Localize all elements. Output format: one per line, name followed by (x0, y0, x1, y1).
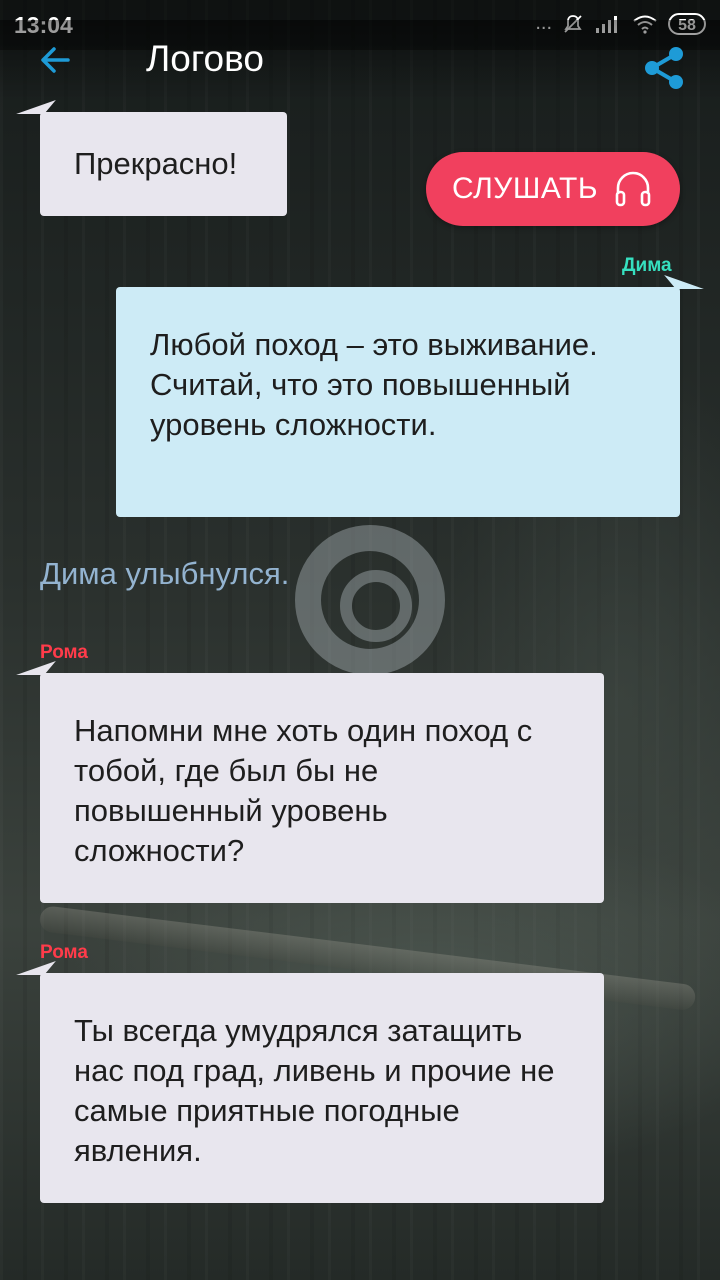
eye-watermark-icon (295, 525, 445, 675)
message-text: Прекрасно! (74, 146, 238, 181)
listen-button[interactable]: СЛУШАТЬ (426, 152, 680, 226)
app-header: Логово (0, 20, 720, 100)
message-text: Ты всегда умудрялся затащить нас под гра… (74, 1013, 555, 1168)
headphones-icon (615, 171, 651, 207)
message-bubble: Ты всегда умудрялся затащить нас под гра… (16, 961, 604, 1203)
chat-title: Логово (146, 38, 264, 79)
message-bubble: Прекрасно! (16, 100, 287, 216)
arrow-left-icon[interactable] (34, 38, 78, 82)
message-text: Любой поход – это выживание. Считай, что… (150, 327, 598, 442)
share-icon[interactable] (640, 44, 688, 92)
listen-button-label: СЛУШАТЬ (451, 172, 599, 205)
message-bubble: Напомни мне хоть один поход с тобой, где… (16, 661, 604, 903)
message-text: Напомни мне хоть один поход с тобой, где… (74, 713, 533, 868)
narration-text: Дима улыбнулся. (40, 556, 290, 591)
message-bubble: Любой поход – это выживание. Считай, что… (116, 275, 704, 517)
sender-name: Дима (622, 255, 672, 276)
